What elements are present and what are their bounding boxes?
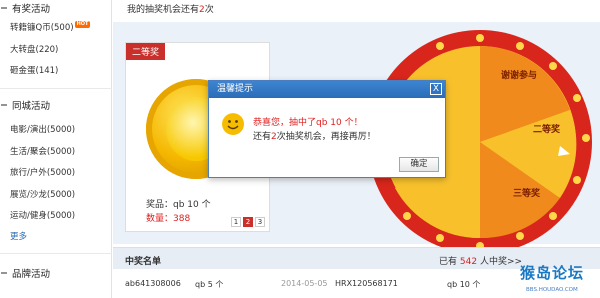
dialog-title: 温馨提示 [209, 81, 445, 98]
sidebar-more-link[interactable]: 更多 [10, 230, 27, 242]
sidebar-item-label: 展览/沙龙(5000) [10, 190, 76, 200]
section-city-activities[interactable]: 同城活动 [0, 98, 50, 112]
dialog-remaining-text: 还有2次抽奖机会，再接再厉！ [253, 129, 376, 142]
collapse-icon [1, 272, 7, 274]
prize-tier-tag: 二等奖 [126, 43, 166, 60]
collapse-icon [1, 7, 7, 9]
remaining-prefix: 还有 [253, 132, 272, 142]
wheel-label-thanks: 谢谢参与 [501, 69, 537, 81]
sidebar-item-movie[interactable]: 电影/演出(5000) [10, 123, 75, 135]
winner-prize: qb 10 个 [447, 280, 481, 289]
close-icon[interactable]: X [430, 83, 442, 95]
sidebar-item-life[interactable]: 生活/聚会(5000) [10, 145, 75, 157]
sidebar-item-big-wheel[interactable]: 大转盘(220) [10, 43, 58, 55]
chance-prefix: 我的抽奖机会还有 [127, 5, 200, 15]
sidebar-item-label: 生活/聚会(5000) [10, 147, 76, 157]
card-pager: 1 2 3 [231, 217, 265, 227]
sidebar-item-travel[interactable]: 旅行/户外(5000) [10, 166, 75, 178]
section-brand-activities[interactable]: 品牌活动 [0, 266, 50, 280]
winner-count-number: 542 [459, 257, 478, 267]
page-button[interactable]: 3 [255, 217, 265, 227]
sidebar-item-golden-egg[interactable]: 砸金蛋(141) [10, 64, 58, 76]
sidebar-item-label: 旅行/户外(5000) [10, 168, 76, 178]
winner-count-prefix: 已有 [439, 257, 458, 267]
winner-list-title: 中奖名单 [125, 257, 162, 267]
hot-badge: HOT [74, 21, 91, 28]
winner-user: ab641308006 [125, 279, 181, 288]
prize-name: 奖品：qb 10 个 [146, 200, 211, 210]
winner-date: 2014-05-05 [281, 279, 328, 288]
sidebar-item-label: 电影/演出(5000) [10, 125, 76, 135]
section-prize-activities-label: 有奖活动 [12, 4, 51, 15]
sidebar-item-qcoin[interactable]: 转籍镰Q币(500) HOT [10, 21, 91, 33]
winner-prize: qb 5 个 [195, 280, 224, 289]
sidebar-item-label: 砸金蛋(141) [10, 66, 59, 76]
page-button-active[interactable]: 2 [243, 217, 253, 227]
watermark-url: BBS.HOUDAO.COM [526, 287, 578, 293]
winner-user: HRX120568171 [335, 279, 398, 288]
divider [0, 253, 112, 254]
dialog-congrats-text: 恭喜您，抽中了qb 10 个！ [253, 118, 363, 128]
winner-count[interactable]: 已有 542 人中奖>> [439, 254, 522, 267]
winner-count-suffix: 人中奖>> [479, 257, 523, 267]
collapse-icon [1, 104, 7, 106]
sidebar-item-exhibition[interactable]: 展览/沙龙(5000) [10, 188, 75, 200]
wheel-label-second: 二等奖 [533, 123, 561, 135]
divider [0, 88, 112, 89]
draw-chance-text: 我的抽奖机会还有2次 [127, 2, 214, 15]
watermark-logo: 猴岛论坛 [520, 264, 585, 282]
prize-quantity: 数量：388 [146, 214, 191, 224]
page-button[interactable]: 1 [231, 217, 241, 227]
notice-dialog: 温馨提示 X 恭喜您，抽中了qb 10 个！ 还有2次抽奖机会，再接再厉！ 确定 [208, 80, 446, 178]
wheel-label-third: 三等奖 [513, 187, 541, 199]
sidebar-item-label: 转籍镰Q币(500) [10, 23, 74, 33]
chance-suffix: 次 [204, 5, 214, 15]
sidebar: 有奖活动 转籍镰Q币(500) HOT 大转盘(220) 砸金蛋(141) 同城活… [0, 0, 112, 298]
section-prize-activities[interactable]: 有奖活动 [0, 1, 50, 15]
remaining-suffix: 次抽奖机会，再接再厉！ [276, 132, 376, 142]
smiley-icon [222, 113, 244, 135]
section-city-activities-label: 同城活动 [12, 101, 51, 112]
sidebar-item-label: 运动/健身(5000) [10, 211, 76, 221]
sidebar-item-sports[interactable]: 运动/健身(5000) [10, 209, 75, 221]
ok-button[interactable]: 确定 [399, 157, 439, 172]
sidebar-item-label: 大转盘(220) [10, 45, 59, 55]
section-brand-activities-label: 品牌活动 [12, 269, 51, 280]
